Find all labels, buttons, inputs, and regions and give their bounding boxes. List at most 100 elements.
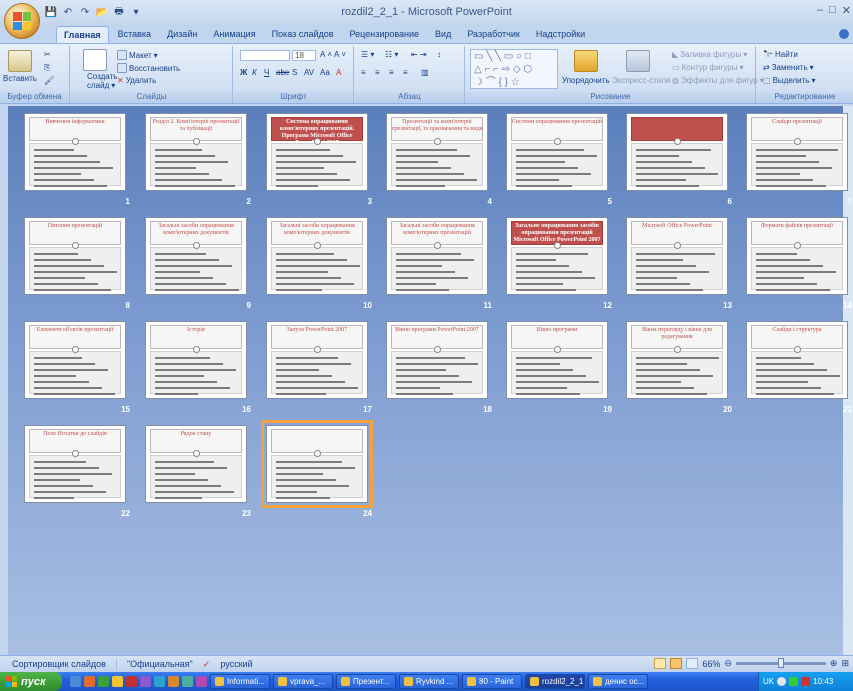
slide-thumbnail[interactable]: Загальне опрацювання засобів опрацювання… [506, 217, 608, 295]
tray-icon[interactable] [801, 677, 811, 686]
zoom-out-icon[interactable]: ⊖ [724, 658, 732, 669]
slide-thumbnail[interactable]: Презентації та комп'ютерні презентації, … [386, 113, 488, 191]
select-button[interactable]: ⬚ Выделить ▾ [763, 76, 815, 85]
app-icon[interactable] [112, 676, 123, 687]
slide-thumbnail[interactable]: Загальні засоби опрацювання комп'ютерних… [266, 217, 368, 295]
zoom-slider-thumb[interactable] [777, 658, 784, 668]
copy-icon[interactable]: ⎘ [44, 63, 50, 73]
font-size-combo[interactable]: 18 [292, 50, 316, 61]
slide-thumbnail[interactable]: Формати файлів презентації [746, 217, 848, 295]
paste-button[interactable]: Вставить [3, 74, 37, 83]
font-color-button[interactable]: A [336, 68, 341, 77]
underline-button[interactable]: Ч [264, 68, 269, 77]
zoom-in-icon[interactable]: ⊕ [830, 658, 838, 669]
tab-8[interactable]: Надстройки [529, 26, 592, 43]
reset-button[interactable]: Восстановить [117, 63, 180, 73]
slide-thumbnail[interactable]: Історія [145, 321, 247, 399]
replace-button[interactable]: ⇄ Заменить ▾ [763, 63, 814, 72]
slide-thumbnail[interactable] [261, 420, 373, 508]
slide-thumbnail[interactable]: Microsoft Office PowerPoint [626, 217, 728, 295]
slide-thumbnail[interactable]: Вивчення інформатики [24, 113, 126, 191]
app-icon[interactable] [168, 676, 179, 687]
app-icon[interactable] [154, 676, 165, 687]
shrink-font-button[interactable]: A ˅ [334, 50, 346, 59]
align-right-icon[interactable]: ≡ [389, 68, 394, 77]
slide-thumbnail[interactable]: Вікно програми PowerPoint 2007 [386, 321, 488, 399]
char-spacing-button[interactable]: AV [304, 68, 314, 77]
zoom-slider[interactable] [735, 658, 826, 668]
tab-7[interactable]: Разработчик [460, 26, 526, 43]
tab-6[interactable]: Вид [428, 26, 458, 43]
numbering-icon[interactable]: ☷ ▾ [385, 50, 398, 59]
tab-3[interactable]: Анимация [206, 26, 262, 43]
shape-fill-button[interactable]: ◣ Заливка фигуры ▾ [672, 50, 747, 59]
spellcheck-icon[interactable]: ✓ [203, 659, 211, 670]
close-button[interactable]: ✕ [842, 4, 851, 17]
slide-thumbnail[interactable]: Елементи об'єктів презентації [24, 321, 126, 399]
tab-2[interactable]: Дизайн [160, 26, 204, 43]
font-name-combo[interactable] [240, 50, 290, 61]
italic-button[interactable]: К [252, 68, 257, 77]
tab-4[interactable]: Показ слайдов [265, 26, 341, 43]
task-button[interactable]: rozdil2_2_1 [525, 674, 585, 689]
justify-icon[interactable]: ≡ [403, 68, 408, 77]
app-icon[interactable] [196, 676, 207, 687]
task-button[interactable]: денис ос... [588, 674, 648, 689]
find-button[interactable]: 🔭 Найти [763, 50, 798, 59]
desktop-icon[interactable] [70, 676, 81, 687]
fit-window-icon[interactable]: ⊞ [841, 658, 849, 669]
task-button[interactable]: Презент... [336, 674, 396, 689]
slide-thumbnail[interactable]: Рядок стану [145, 425, 247, 503]
app-icon[interactable] [182, 676, 193, 687]
shadow-button[interactable]: S [292, 68, 297, 77]
status-language[interactable]: русский [220, 659, 252, 669]
arrange-button[interactable]: Упорядочить [562, 76, 610, 85]
slide-thumbnail[interactable]: Запуск PowerPoint 2007 [266, 321, 368, 399]
bold-button[interactable]: Ж [240, 68, 247, 77]
quick-styles-button[interactable]: Экспресс-стили [612, 76, 671, 85]
task-button[interactable]: vprava_... [273, 674, 333, 689]
new-slide-button[interactable]: Создать [87, 72, 117, 81]
office-button[interactable] [4, 3, 40, 39]
normal-view-icon[interactable] [654, 658, 667, 669]
grow-font-button[interactable]: A ˄ [320, 50, 332, 59]
slide-thumbnail[interactable]: Вікна перегляду і вікна для редагування [626, 321, 728, 399]
cut-icon[interactable]: ✂ [44, 50, 51, 59]
maximize-button[interactable]: □ [829, 4, 836, 17]
task-button[interactable]: Informati... [210, 674, 270, 689]
slide-thumbnail[interactable]: Розділ 2. Комп'ютерні презентації та пуб… [145, 113, 247, 191]
app-icon[interactable] [98, 676, 109, 687]
line-spacing-icon[interactable]: ↕ [437, 50, 441, 59]
app-icon[interactable] [140, 676, 151, 687]
help-icon[interactable] [839, 29, 849, 39]
change-case-button[interactable]: Aa [320, 68, 330, 77]
delete-slide-button[interactable]: ✕ Удалить [117, 76, 156, 85]
slide-thumbnail[interactable]: Система опрацювання комп'ютерних презент… [266, 113, 368, 191]
clock[interactable]: 10:43 [813, 677, 833, 686]
slide-sorter-pane[interactable]: Вивчення інформатики 1 Розділ 2. Комп'ютер… [8, 106, 853, 655]
start-button[interactable]: пуск [0, 672, 62, 691]
bullets-icon[interactable]: ☰ ▾ [361, 50, 374, 59]
slide-thumbnail[interactable]: Загальні засоби опрацювання комп'ютерних… [145, 217, 247, 295]
slide-thumbnail[interactable] [626, 113, 728, 191]
align-left-icon[interactable]: ≡ [361, 68, 366, 77]
tab-1[interactable]: Вставка [111, 26, 158, 43]
columns-icon[interactable]: ▥ [421, 68, 429, 77]
slide-thumbnail[interactable]: Загальні засоби опрацювання комп'ютерних… [386, 217, 488, 295]
align-center-icon[interactable]: ≡ [375, 68, 380, 77]
tray-icon[interactable] [777, 677, 787, 686]
tab-0[interactable]: Главная [56, 26, 109, 43]
new-slide-button-line2[interactable]: слайд ▾ [87, 81, 115, 90]
strike-button[interactable]: abe [276, 68, 289, 77]
shapes-gallery[interactable]: ▭ ╲ ╲ ▭ ○ □ △ ⌐ ⌐ ⇨ ◇ ⬡ ☽ ⌒ { } ☆ [470, 49, 558, 89]
task-button[interactable]: 80 - Paint [462, 674, 522, 689]
slide-thumbnail[interactable]: Системи опрацювання презентацій [506, 113, 608, 191]
language-indicator[interactable]: UK [763, 677, 774, 686]
status-theme[interactable]: "Официальная" [127, 659, 193, 669]
shape-effects-button[interactable]: ◍ Эффекты для фигур ▾ [672, 76, 764, 85]
layout-button[interactable]: Макет ▾ [117, 50, 158, 60]
slide-thumbnail[interactable]: Слайди і структура [746, 321, 848, 399]
slide-thumbnail[interactable]: Питання презентацій [24, 217, 126, 295]
minimize-button[interactable]: – [817, 4, 823, 17]
sorter-view-icon[interactable] [670, 658, 683, 669]
